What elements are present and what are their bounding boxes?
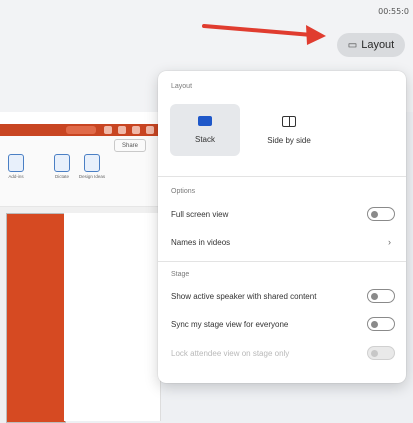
ppt-button-icon	[146, 126, 154, 134]
layout-option-side-by-side-label: Side by side	[267, 135, 311, 145]
layout-option-side-by-side[interactable]: Side by side	[254, 104, 324, 156]
full-screen-toggle[interactable]	[367, 207, 395, 221]
slide-canvas[interactable]	[64, 213, 160, 421]
lock-attendee-row: Lock attendee view on stage only	[171, 344, 395, 362]
slide-workspace	[0, 207, 160, 423]
layout-panel: Layout Stack Side by side Options Full s…	[158, 71, 406, 383]
layout-button-label: Layout	[361, 39, 395, 51]
design-ideas-icon	[84, 154, 100, 172]
chevron-right-icon: ›	[388, 237, 391, 247]
ribbon-designer-label: Design Ideas	[78, 174, 106, 179]
ppt-button-icon	[104, 126, 112, 134]
full-screen-row[interactable]: Full screen view	[171, 205, 395, 223]
ppt-title-pill	[66, 126, 96, 134]
meeting-timer: 00:55:0	[378, 7, 409, 16]
divider	[158, 261, 406, 262]
show-active-speaker-toggle[interactable]	[367, 289, 395, 303]
share-button[interactable]: Share	[114, 139, 146, 152]
presentation-app-background: Share Add-ins Dictate Design Ideas	[0, 112, 161, 423]
show-active-speaker-label: Show active speaker with shared content	[171, 291, 317, 301]
ppt-button-icon	[118, 126, 126, 134]
ribbon-addins-label: Add-ins	[8, 174, 24, 179]
layout-button[interactable]: ▭ Layout	[337, 33, 405, 57]
show-active-speaker-row[interactable]: Show active speaker with shared content	[171, 287, 395, 305]
ribbon-addins[interactable]: Add-ins	[2, 154, 30, 204]
layout-option-stack[interactable]: Stack	[170, 104, 240, 156]
ribbon-dictate-label: Dictate	[54, 174, 69, 179]
sync-stage-label: Sync my stage view for everyone	[171, 319, 289, 329]
lock-attendee-toggle	[367, 346, 395, 360]
annotation-arrow-top-icon	[202, 24, 326, 45]
sync-stage-row[interactable]: Sync my stage view for everyone	[171, 315, 395, 333]
microphone-icon	[54, 154, 70, 172]
layout-section-label: Layout	[171, 83, 193, 90]
sync-stage-toggle[interactable]	[367, 317, 395, 331]
ppt-ribbon: Share Add-ins Dictate Design Ideas	[0, 136, 160, 207]
stage-section-label: Stage	[171, 271, 190, 278]
addins-icon	[8, 154, 24, 172]
options-section-label: Options	[171, 188, 196, 195]
layout-option-stack-label: Stack	[194, 135, 215, 144]
ribbon-designer[interactable]: Design Ideas	[78, 154, 106, 204]
slide-thumbnail[interactable]	[6, 213, 66, 423]
ribbon-dictate[interactable]: Dictate	[48, 154, 76, 204]
ppt-button-icon	[132, 126, 140, 134]
lock-attendee-label: Lock attendee view on stage only	[171, 348, 290, 358]
layout-icon: ▭	[347, 39, 358, 51]
side-by-side-icon	[282, 115, 296, 127]
divider	[158, 176, 406, 177]
ppt-titlebar	[0, 124, 160, 136]
full-screen-label: Full screen view	[171, 209, 229, 219]
stack-icon	[198, 116, 212, 126]
names-in-videos-row[interactable]: Names in videos ›	[171, 233, 395, 251]
names-in-videos-label: Names in videos	[171, 237, 231, 247]
